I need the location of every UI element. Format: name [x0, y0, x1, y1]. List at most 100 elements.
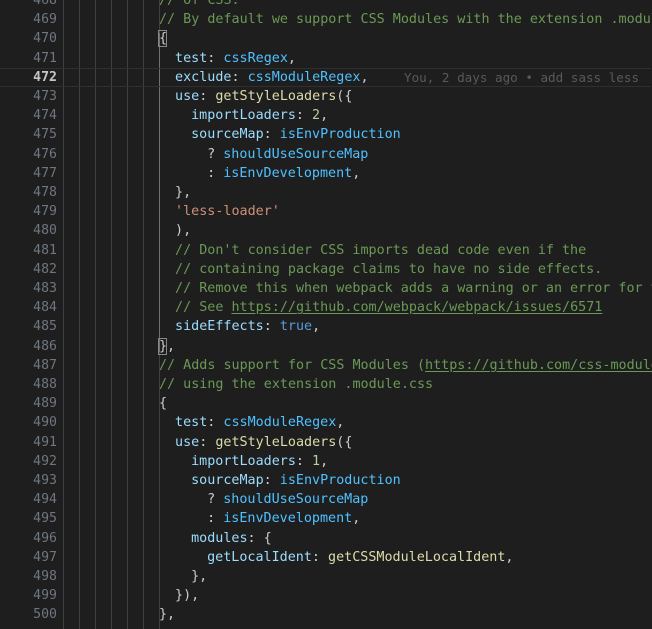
line-number[interactable]: 499	[0, 586, 57, 605]
code-line[interactable]: 482 // containing package claims to have …	[0, 260, 652, 279]
token-link[interactable]: https://github.com/webpack/webpack/issue…	[231, 300, 602, 315]
line-number[interactable]: 471	[0, 49, 57, 68]
code-line[interactable]: 497 getLocalIdent: getCSSModuleLocalIdent…	[0, 548, 652, 567]
code-line[interactable]: 489 {	[0, 394, 652, 413]
code-text[interactable]: use: getStyleLoaders({	[175, 87, 352, 106]
line-number[interactable]: 468	[0, 0, 57, 10]
code-text[interactable]: },	[159, 605, 175, 624]
code-line[interactable]: 483 // Remove this when webpack adds a wa…	[0, 279, 652, 298]
code-line[interactable]: 481 // Don't consider CSS imports dead co…	[0, 241, 652, 260]
line-number[interactable]: 482	[0, 260, 57, 279]
line-number[interactable]: 469	[0, 10, 57, 29]
code-line[interactable]: 475 sourceMap: isEnvProduction	[0, 125, 652, 144]
line-number[interactable]: 486	[0, 337, 57, 356]
line-number[interactable]: 500	[0, 605, 57, 624]
code-text[interactable]: },	[191, 567, 207, 586]
code-text[interactable]: ? shouldUseSourceMap	[207, 490, 368, 509]
line-number[interactable]: 497	[0, 548, 57, 567]
code-text[interactable]: test: cssModuleRegex,	[175, 413, 344, 432]
code-text[interactable]: sourceMap: isEnvProduction	[191, 471, 401, 490]
line-number[interactable]: 494	[0, 490, 57, 509]
code-line[interactable]: 500},	[0, 605, 652, 624]
line-number[interactable]: 474	[0, 106, 57, 125]
code-line[interactable]: 473 use: getStyleLoaders({	[0, 87, 652, 106]
line-number[interactable]: 479	[0, 202, 57, 221]
git-blame-annotation[interactable]: You, 2 days ago • add sass less	[404, 68, 639, 87]
code-editor-viewport[interactable]: 468 // of CSS. 469 // By default we support…	[0, 0, 652, 629]
line-number[interactable]: 492	[0, 452, 57, 471]
token-link[interactable]: https://github.com/css-modules/c	[425, 358, 652, 373]
code-text[interactable]: : isEnvDevelopment,	[207, 164, 360, 183]
code-line[interactable]: 486},	[0, 337, 652, 356]
code-text[interactable]: }),	[175, 586, 199, 605]
code-text[interactable]: // of CSS.	[159, 0, 240, 10]
code-line[interactable]: 496 modules: {	[0, 529, 652, 548]
line-number[interactable]: 495	[0, 509, 57, 528]
line-number[interactable]: 475	[0, 125, 57, 144]
code-line[interactable]: 470 {	[0, 29, 652, 48]
code-text[interactable]: // See https://github.com/webpack/webpac…	[175, 298, 602, 317]
code-line[interactable]: 493 sourceMap: isEnvProduction	[0, 471, 652, 490]
code-line[interactable]: 485 sideEffects: true,	[0, 317, 652, 336]
line-number[interactable]: 472	[0, 68, 57, 87]
code-text[interactable]: getLocalIdent: getCSSModuleLocalIdent,	[207, 548, 513, 567]
line-number[interactable]: 498	[0, 567, 57, 586]
code-text[interactable]: },	[175, 183, 191, 202]
code-text[interactable]: 'less-loader'	[175, 202, 280, 221]
code-text[interactable]: exclude: cssModuleRegex,	[175, 68, 369, 87]
line-number[interactable]: 478	[0, 183, 57, 202]
line-number[interactable]: 483	[0, 279, 57, 298]
code-line[interactable]: 498},	[0, 567, 652, 586]
code-text[interactable]: },	[159, 337, 175, 356]
code-text[interactable]: ? shouldUseSourceMap	[207, 145, 368, 164]
line-number[interactable]: 480	[0, 221, 57, 240]
line-number[interactable]: 488	[0, 375, 57, 394]
line-number[interactable]: 477	[0, 164, 57, 183]
line-number[interactable]: 496	[0, 529, 57, 548]
line-number[interactable]: 481	[0, 241, 57, 260]
code-line[interactable]: 474 importLoaders: 2,	[0, 106, 652, 125]
line-number[interactable]: 487	[0, 356, 57, 375]
code-line[interactable]: 484 // See https://github.com/webpack/web…	[0, 298, 652, 317]
code-text[interactable]: : isEnvDevelopment,	[207, 509, 360, 528]
code-line[interactable]: 492 importLoaders: 1,	[0, 452, 652, 471]
code-text[interactable]: test: cssRegex,	[175, 49, 296, 68]
code-text[interactable]: // using the extension .module.css	[159, 375, 433, 394]
code-text[interactable]: importLoaders: 2,	[191, 106, 328, 125]
code-line[interactable]: 477 : isEnvDevelopment,	[0, 164, 652, 183]
code-text[interactable]: // containing package claims to have no …	[175, 260, 602, 279]
code-text[interactable]: // Remove this when webpack adds a warni…	[175, 279, 652, 298]
code-text[interactable]: ),	[175, 221, 191, 240]
code-text[interactable]: {	[159, 394, 167, 413]
line-number[interactable]: 484	[0, 298, 57, 317]
line-number[interactable]: 491	[0, 433, 57, 452]
code-line[interactable]: 472 exclude: cssModuleRegex, You, 2 days a…	[0, 67, 652, 87]
code-line[interactable]: 488 // using the extension .module.css	[0, 375, 652, 394]
code-text[interactable]: use: getStyleLoaders({	[175, 433, 352, 452]
code-text[interactable]: // Don't consider CSS imports dead code …	[175, 241, 586, 260]
code-text[interactable]: modules: {	[191, 529, 272, 548]
code-line[interactable]: 478},	[0, 183, 652, 202]
code-line[interactable]: 479 'less-loader'	[0, 202, 652, 221]
code-line[interactable]: 494 ? shouldUseSourceMap	[0, 490, 652, 509]
code-line[interactable]: 468 // of CSS.	[0, 0, 652, 10]
line-number[interactable]: 470	[0, 29, 57, 48]
code-line[interactable]: 499}),	[0, 586, 652, 605]
code-text[interactable]: {	[159, 29, 167, 48]
code-text[interactable]: // By default we support CSS Modules wit…	[159, 10, 652, 29]
line-number[interactable]: 493	[0, 471, 57, 490]
code-text[interactable]: importLoaders: 1,	[191, 452, 328, 471]
code-line[interactable]: 471 test: cssRegex,	[0, 49, 652, 68]
code-line[interactable]: 476 ? shouldUseSourceMap	[0, 145, 652, 164]
line-number[interactable]: 473	[0, 87, 57, 106]
line-number[interactable]: 489	[0, 394, 57, 413]
code-line[interactable]: 495 : isEnvDevelopment,	[0, 509, 652, 528]
code-line[interactable]: 480),	[0, 221, 652, 240]
code-line[interactable]: 490 test: cssModuleRegex,	[0, 413, 652, 432]
code-line[interactable]: 491 use: getStyleLoaders({	[0, 433, 652, 452]
code-text[interactable]: sourceMap: isEnvProduction	[191, 125, 401, 144]
code-text[interactable]: // Adds support for CSS Modules (https:/…	[159, 356, 652, 375]
code-line[interactable]: 469 // By default we support CSS Modules …	[0, 10, 652, 29]
line-number[interactable]: 476	[0, 145, 57, 164]
code-line[interactable]: 487 // Adds support for CSS Modules (http…	[0, 356, 652, 375]
